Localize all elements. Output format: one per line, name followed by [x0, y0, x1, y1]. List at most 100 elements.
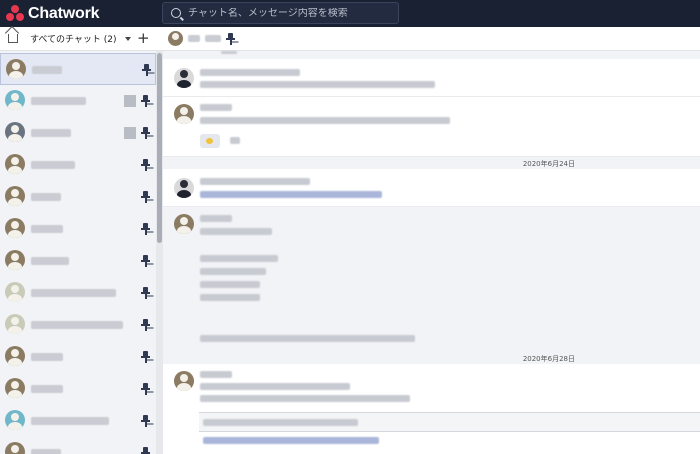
add-chat-button[interactable]: +: [137, 30, 150, 46]
chat-name-redacted: [31, 353, 63, 361]
message[interactable]: [163, 209, 700, 349]
chat-filter-dropdown[interactable]: すべてのチャット (2): [30, 32, 131, 45]
message[interactable]: [163, 364, 700, 454]
pin-icon[interactable]: [141, 383, 150, 395]
redacted-link[interactable]: [200, 191, 382, 198]
avatar: [174, 104, 194, 124]
chat-list-sidebar: [0, 51, 163, 454]
room-title-redacted: [205, 35, 221, 42]
avatar: [174, 214, 194, 234]
chat-list-item[interactable]: [0, 213, 156, 245]
redacted-message-text: [200, 294, 260, 301]
pin-icon[interactable]: [141, 447, 150, 454]
pin-icon[interactable]: [141, 351, 150, 363]
date-divider: 2020年6月24日: [522, 160, 575, 168]
avatar: [5, 314, 25, 334]
chat-name-redacted: [31, 385, 63, 393]
avatar: [5, 378, 25, 398]
redacted-message-text: [200, 117, 450, 124]
chat-filter-label: すべてのチャット (2): [30, 35, 117, 45]
avatar: [174, 178, 194, 198]
message[interactable]: [163, 59, 700, 97]
date-divider: 2020年6月28日: [522, 355, 575, 363]
pin-icon[interactable]: [142, 64, 151, 76]
chat-name-redacted: [31, 161, 75, 169]
chat-list-item[interactable]: [0, 277, 156, 309]
chat-name-redacted: [31, 289, 116, 297]
sidebar-scrollbar[interactable]: [156, 51, 163, 454]
home-icon[interactable]: [8, 34, 18, 43]
redacted-message-text: [200, 335, 415, 342]
app-header: Chatwork: [0, 0, 700, 27]
unread-badge: [124, 95, 136, 107]
reaction-icon[interactable]: [200, 134, 220, 148]
app-name: Chatwork: [28, 4, 100, 22]
pin-icon[interactable]: [141, 95, 150, 107]
pin-icon[interactable]: [141, 287, 150, 299]
chat-list-item[interactable]: [0, 341, 156, 373]
chat-name-redacted: [31, 129, 71, 137]
avatar: [5, 346, 25, 366]
search-input[interactable]: [188, 7, 388, 19]
pin-icon[interactable]: [141, 319, 150, 331]
avatar: [5, 442, 25, 454]
redacted-sender: [200, 178, 310, 185]
redacted-link[interactable]: [203, 437, 379, 444]
search-box[interactable]: [162, 2, 399, 24]
avatar: [5, 154, 25, 174]
avatar: [5, 122, 25, 142]
chat-list-item[interactable]: [0, 149, 156, 181]
chat-name-redacted: [32, 66, 62, 74]
chat-list-item[interactable]: [0, 373, 156, 405]
pin-icon[interactable]: [141, 223, 150, 235]
redacted-text: [221, 51, 237, 54]
scrollbar-thumb[interactable]: [157, 53, 162, 243]
pin-icon[interactable]: [141, 415, 150, 427]
chat-name-redacted: [31, 449, 61, 454]
avatar: [5, 90, 25, 110]
pin-icon[interactable]: [226, 32, 235, 45]
room-title-redacted: [188, 35, 200, 42]
redacted-message-text: [200, 383, 350, 390]
avatar: [174, 68, 194, 88]
avatar: [5, 186, 25, 206]
pin-icon[interactable]: [141, 191, 150, 203]
search-icon: [171, 8, 181, 18]
message[interactable]: [163, 97, 700, 157]
chat-list-item[interactable]: [0, 309, 156, 341]
room-header: [168, 31, 235, 46]
redacted-message-text: [200, 281, 260, 288]
chat-list-item[interactable]: [0, 53, 156, 85]
room-avatar: [168, 31, 183, 46]
redacted-reaction-count: [230, 137, 240, 144]
pin-icon[interactable]: [141, 159, 150, 171]
avatar: [5, 218, 25, 238]
avatar: [174, 371, 194, 391]
avatar: [5, 282, 25, 302]
redacted-message-text: [200, 81, 435, 88]
pin-icon[interactable]: [141, 255, 150, 267]
redacted-sender: [200, 371, 232, 378]
redacted-message-text: [200, 228, 272, 235]
avatar: [6, 59, 26, 79]
pin-icon[interactable]: [141, 127, 150, 139]
chat-name-redacted: [31, 225, 63, 233]
caret-down-icon: [124, 36, 131, 41]
logo-icon: [6, 4, 24, 23]
quoted-message[interactable]: [199, 412, 700, 432]
avatar: [5, 410, 25, 430]
message[interactable]: [163, 169, 700, 207]
chatwork-logo[interactable]: Chatwork: [6, 4, 100, 23]
chat-list-item[interactable]: [0, 245, 156, 277]
redacted-sender: [200, 104, 232, 111]
redacted-quote-text: [203, 419, 358, 426]
chat-list-item[interactable]: [0, 85, 156, 117]
redacted-sender: [200, 69, 300, 76]
chat-list-item[interactable]: [0, 181, 156, 213]
chat-name-redacted: [31, 321, 123, 329]
chat-name-redacted: [31, 193, 61, 201]
chat-list-item[interactable]: [0, 405, 156, 437]
redacted-message-text: [200, 395, 410, 402]
chat-list-item[interactable]: [0, 117, 156, 149]
chat-list-item[interactable]: [0, 437, 156, 454]
